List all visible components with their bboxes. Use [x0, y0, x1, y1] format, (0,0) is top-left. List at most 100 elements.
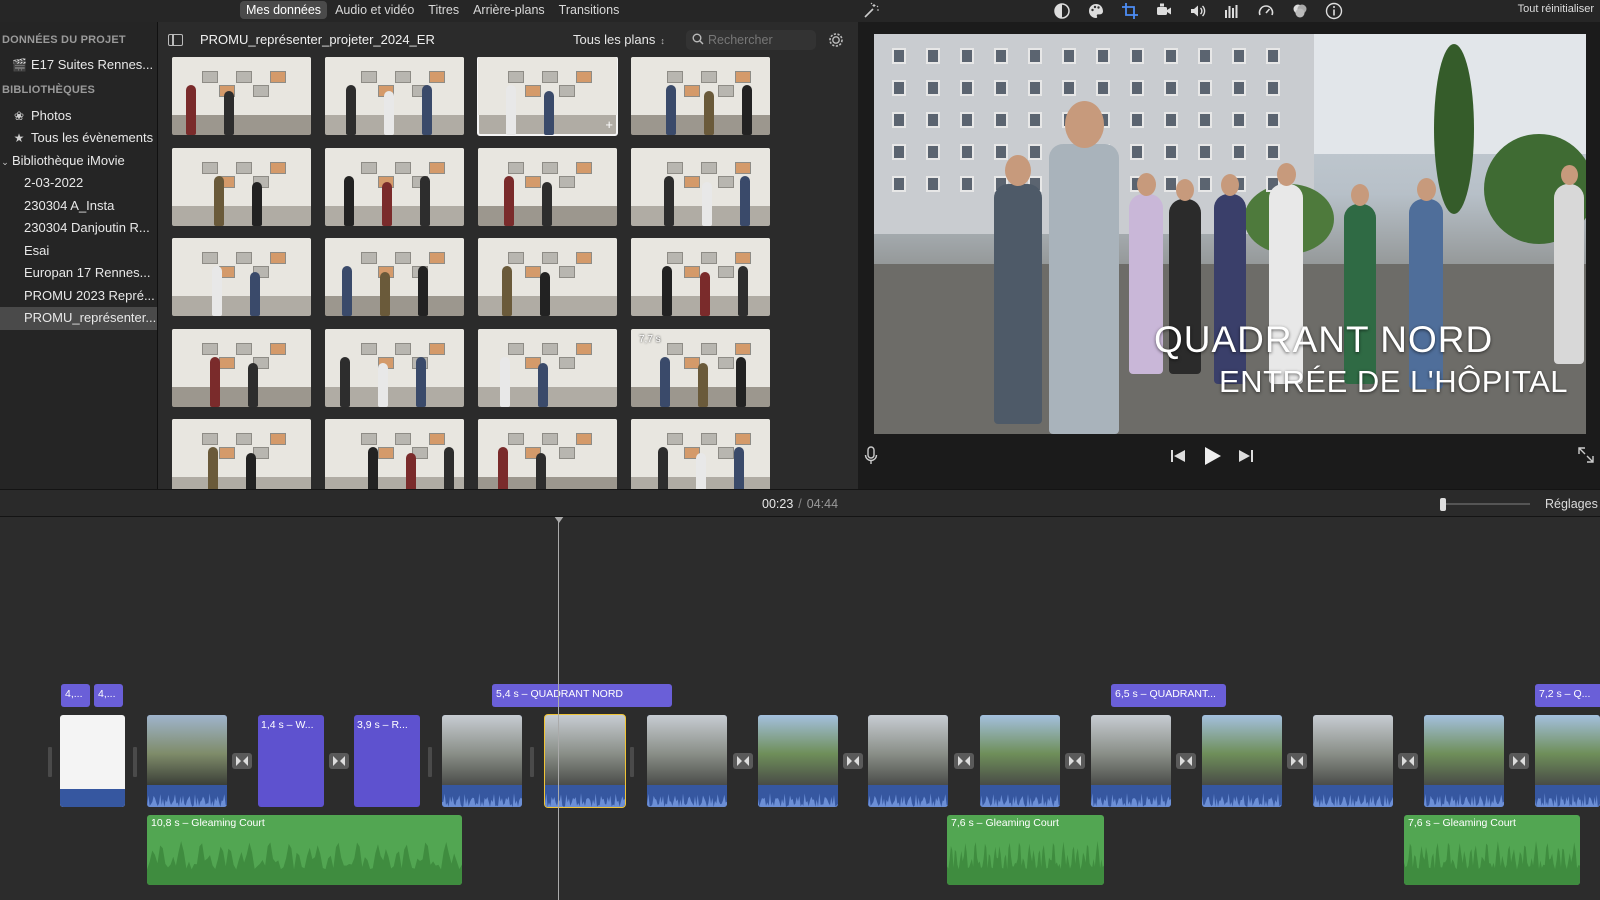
clip-edge-handle[interactable]	[530, 747, 534, 777]
clip-thumbnail[interactable]	[478, 238, 617, 316]
video-clip[interactable]	[647, 715, 727, 807]
tab-my-media[interactable]: Mes données	[240, 1, 328, 19]
sidebar-item-event[interactable]: 2-03-2022	[0, 172, 157, 195]
sidebar-item-event[interactable]: Esai	[0, 240, 157, 263]
timeline-settings-button[interactable]: Réglages	[1545, 497, 1598, 511]
transition-icon[interactable]	[329, 753, 349, 769]
microphone-icon[interactable]	[864, 446, 878, 466]
video-preview[interactable]: QUADRANT NORD ENTRÉE DE L'HÔPITAL	[874, 34, 1586, 434]
clip-filter-select[interactable]: Tous les plans ↕	[573, 32, 665, 47]
video-clip-blank[interactable]	[60, 715, 125, 807]
title-background-clip[interactable]: 3,9 s – R...	[354, 715, 420, 807]
sidebar-item-photos[interactable]: ❀ Photos	[0, 105, 157, 128]
clip-thumbnail[interactable]	[631, 419, 770, 489]
volume-icon[interactable]	[1189, 2, 1207, 20]
clip-thumbnail[interactable]	[631, 148, 770, 226]
clip-edge-handle[interactable]	[133, 747, 137, 777]
title-clip[interactable]: 4,...	[94, 684, 123, 707]
clip-thumbnail[interactable]	[631, 238, 770, 316]
sidebar-item-event[interactable]: Europan 17 Rennes...	[0, 262, 157, 285]
title-clip[interactable]: 5,4 s – QUADRANT NORD	[492, 684, 672, 707]
clip-edge-handle[interactable]	[48, 747, 52, 777]
video-clip[interactable]	[980, 715, 1060, 807]
color-palette-icon[interactable]	[1087, 2, 1105, 20]
playhead-handle[interactable]	[554, 517, 564, 523]
search-field[interactable]	[686, 30, 816, 50]
sidebar-item-project[interactable]: 🎬 E17 Suites Rennes...	[0, 54, 157, 77]
sidebar-item-event[interactable]: 230304 A_Insta	[0, 195, 157, 218]
playhead[interactable]	[558, 517, 559, 900]
clip-thumbnail[interactable]	[172, 329, 311, 407]
timeline-zoom-slider[interactable]	[1440, 498, 1530, 511]
tab-audio-video[interactable]: Audio et vidéo	[329, 1, 420, 19]
equalizer-icon[interactable]	[1223, 2, 1241, 20]
sidebar-item-event[interactable]: 230304 Danjoutin R...	[0, 217, 157, 240]
title-clip[interactable]: 4,...	[61, 684, 90, 707]
clip-thumbnail[interactable]: +	[477, 57, 618, 136]
clip-thumbnail[interactable]	[478, 329, 617, 407]
tab-titles[interactable]: Titres	[422, 1, 465, 19]
clip-thumbnail[interactable]	[478, 419, 617, 489]
play-icon[interactable]	[1202, 446, 1222, 466]
clip-thumbnail[interactable]	[172, 57, 311, 135]
clip-edge-handle[interactable]	[630, 747, 634, 777]
video-clip[interactable]	[1313, 715, 1393, 807]
zoom-slider-knob[interactable]	[1440, 498, 1446, 511]
speed-icon[interactable]	[1257, 2, 1275, 20]
tab-transitions[interactable]: Transitions	[553, 1, 626, 19]
music-clip[interactable]: 10,8 s – Gleaming Court	[147, 815, 462, 885]
crop-icon[interactable]	[1121, 2, 1139, 20]
transition-icon[interactable]	[1065, 753, 1085, 769]
info-icon[interactable]	[1325, 2, 1343, 20]
reset-all-button[interactable]: Tout réinitialiser	[1518, 3, 1594, 15]
title-clip[interactable]: 7,2 s – Q...	[1535, 684, 1600, 707]
search-input[interactable]	[708, 31, 812, 49]
title-clip[interactable]: 6,5 s – QUADRANT...	[1111, 684, 1226, 707]
tab-backgrounds[interactable]: Arrière-plans	[467, 1, 551, 19]
clip-thumbnail[interactable]	[325, 57, 464, 135]
transition-icon[interactable]	[1509, 753, 1529, 769]
transition-icon[interactable]	[1287, 753, 1307, 769]
transition-icon[interactable]	[1176, 753, 1196, 769]
transition-icon[interactable]	[843, 753, 863, 769]
project-timeline[interactable]: 4,... 4,... 5,4 s – QUADRANT NORD 6,5 s – Q…	[0, 517, 1600, 900]
sidebar-item-all-events[interactable]: ★ Tous les évènements	[0, 127, 157, 150]
video-clip[interactable]	[544, 714, 626, 808]
clip-thumbnail[interactable]: 7,7 s	[631, 329, 770, 407]
video-clip[interactable]	[1424, 715, 1504, 807]
transition-icon[interactable]	[954, 753, 974, 769]
video-clip[interactable]	[147, 715, 227, 807]
clip-edge-handle[interactable]	[428, 747, 432, 777]
clip-thumbnail[interactable]	[172, 419, 311, 489]
sidebar-toggle-icon[interactable]	[168, 34, 183, 46]
sidebar-item-event[interactable]: PROMU 2023 Repré...	[0, 285, 157, 308]
fullscreen-icon[interactable]	[1578, 447, 1594, 463]
clip-thumbnail[interactable]	[325, 329, 464, 407]
music-clip[interactable]: 7,6 s – Gleaming Court	[947, 815, 1104, 885]
clip-thumbnail[interactable]	[478, 148, 617, 226]
video-clip[interactable]	[868, 715, 948, 807]
stabilization-icon[interactable]	[1155, 2, 1173, 20]
clip-thumbnail[interactable]	[631, 57, 770, 135]
color-balance-icon[interactable]	[1053, 2, 1071, 20]
transition-icon[interactable]	[1398, 753, 1418, 769]
chevron-down-icon[interactable]: ⌄	[0, 151, 10, 173]
skip-forward-icon[interactable]	[1238, 449, 1254, 463]
video-clip[interactable]	[758, 715, 838, 807]
video-clip[interactable]	[1202, 715, 1282, 807]
clip-thumbnail[interactable]	[172, 238, 311, 316]
add-icon[interactable]: +	[605, 117, 613, 132]
transition-icon[interactable]	[232, 753, 252, 769]
clip-thumbnail[interactable]	[172, 148, 311, 226]
skip-back-icon[interactable]	[1170, 449, 1186, 463]
clip-thumbnail[interactable]	[325, 419, 464, 489]
transition-icon[interactable]	[733, 753, 753, 769]
music-clip[interactable]: 7,6 s – Gleaming Court	[1404, 815, 1580, 885]
video-clip[interactable]	[1091, 715, 1171, 807]
noise-reduction-icon[interactable]	[1291, 2, 1309, 20]
gear-icon[interactable]	[827, 31, 845, 49]
sidebar-item-library[interactable]: ⌄ Bibliothèque iMovie	[0, 150, 157, 173]
title-background-clip[interactable]: 1,4 s – W...	[258, 715, 324, 807]
video-clip[interactable]	[1535, 715, 1600, 807]
clip-thumbnail[interactable]	[325, 238, 464, 316]
